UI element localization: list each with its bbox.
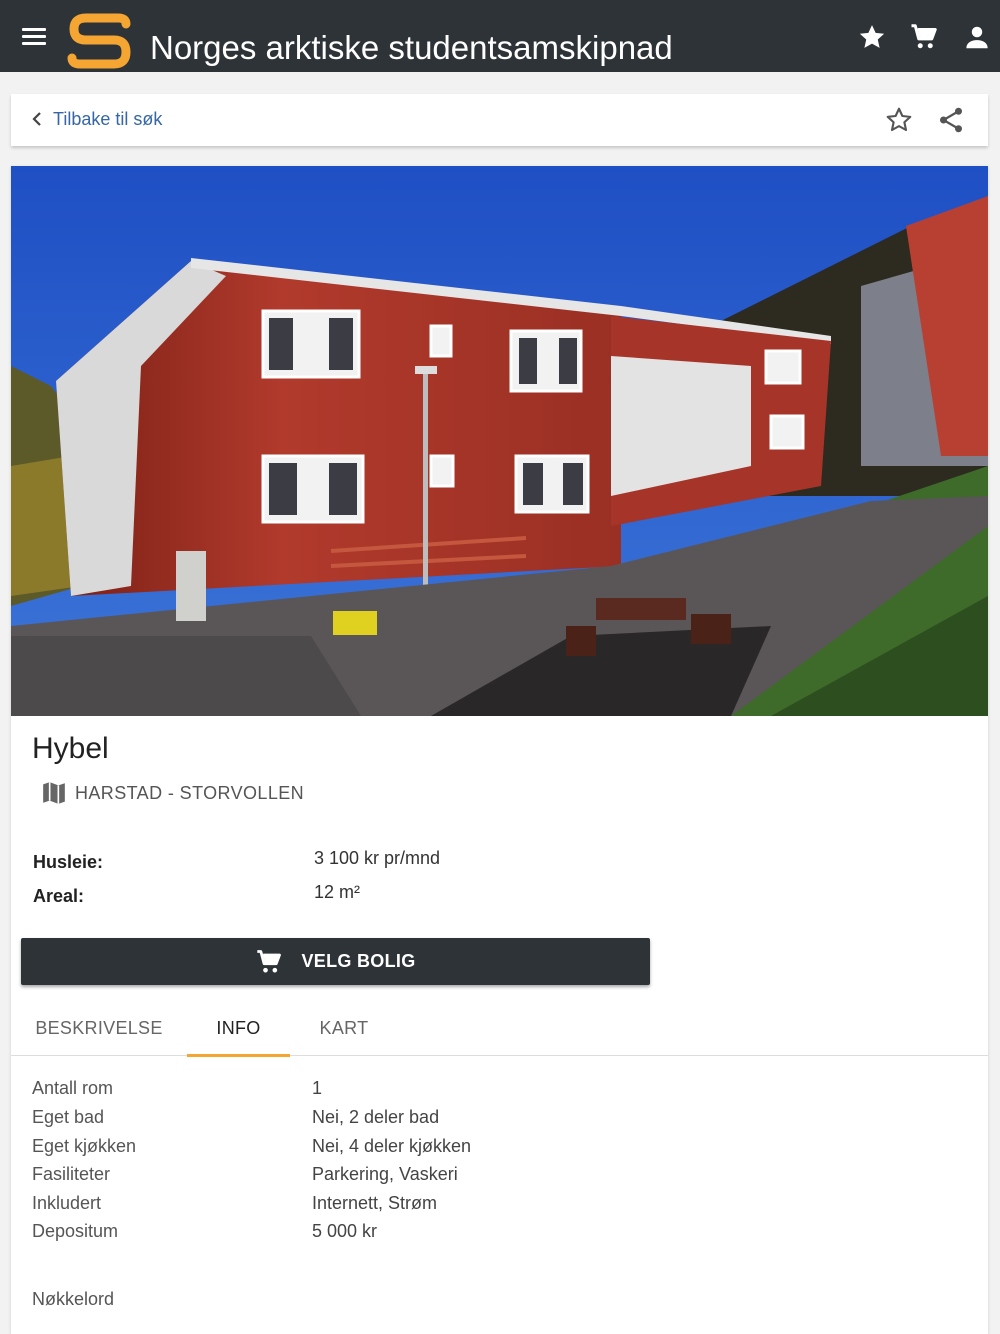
area-label: Areal: [33, 886, 85, 906]
area-value: 12 m² [314, 882, 361, 902]
cart-icon [257, 949, 282, 972]
navigation-card: Tilbake til søk [11, 94, 988, 146]
back-link-label: Tilbake til søk [53, 108, 163, 129]
tab-beskrivelse[interactable]: BESKRIVELSE [21, 1000, 177, 1056]
share-icon[interactable] [936, 105, 966, 135]
keywords-heading: Nøkkelord [32, 1289, 115, 1309]
person-icon[interactable] [962, 22, 992, 52]
listing-title: Hybel [32, 732, 109, 765]
info-value-bathroom: Nei, 2 deler bad [312, 1107, 440, 1127]
rent-label: Husleie: [33, 852, 104, 872]
info-label-included: Inkludert [32, 1193, 102, 1213]
choose-housing-label: VELG BOLIG [301, 951, 416, 971]
site-title[interactable]: Norges arktiske studentsamskipnad [150, 26, 673, 70]
menu-icon[interactable] [22, 24, 48, 48]
top-app-bar: Norges arktiske studentsamskipnad [0, 0, 1000, 72]
info-label-rooms: Antall rom [32, 1078, 114, 1098]
star-icon[interactable] [857, 22, 887, 52]
listing-photo[interactable] [11, 166, 988, 716]
info-label-kitchen: Eget kjøkken [32, 1136, 137, 1156]
info-value-included: Internett, Strøm [312, 1193, 438, 1213]
chevron-left-icon [32, 112, 41, 126]
info-label-facilities: Fasiliteter [32, 1164, 111, 1184]
info-value-deposit: 5 000 kr [312, 1221, 378, 1241]
sit-logo[interactable] [66, 12, 134, 70]
rent-value: 3 100 kr pr/mnd [314, 848, 441, 868]
info-value-kitchen: Nei, 4 deler kjøkken [312, 1136, 472, 1156]
location-label: HARSTAD - STORVOLLEN [75, 782, 305, 803]
cart-icon[interactable] [909, 22, 939, 52]
back-to-search-link[interactable]: Tilbake til søk [29, 106, 162, 132]
info-label-deposit: Depositum [32, 1221, 119, 1241]
map-icon [43, 782, 65, 804]
star-outline-icon[interactable] [884, 105, 914, 135]
info-value-facilities: Parkering, Vaskeri [312, 1164, 458, 1184]
listing-card: Hybel HARSTAD - STORVOLLEN Husleie: 3 10… [11, 166, 988, 1334]
tab-info[interactable]: INFO [187, 1000, 290, 1057]
info-label-bathroom: Eget bad [32, 1107, 105, 1127]
listing-location[interactable]: HARSTAD - STORVOLLEN [41, 780, 304, 806]
info-value-rooms: 1 [312, 1078, 323, 1098]
tab-kart[interactable]: KART [301, 1000, 387, 1056]
tab-bar: BESKRIVELSE INFO KART [11, 1000, 988, 1057]
choose-housing-button[interactable]: VELG BOLIG [21, 938, 650, 985]
